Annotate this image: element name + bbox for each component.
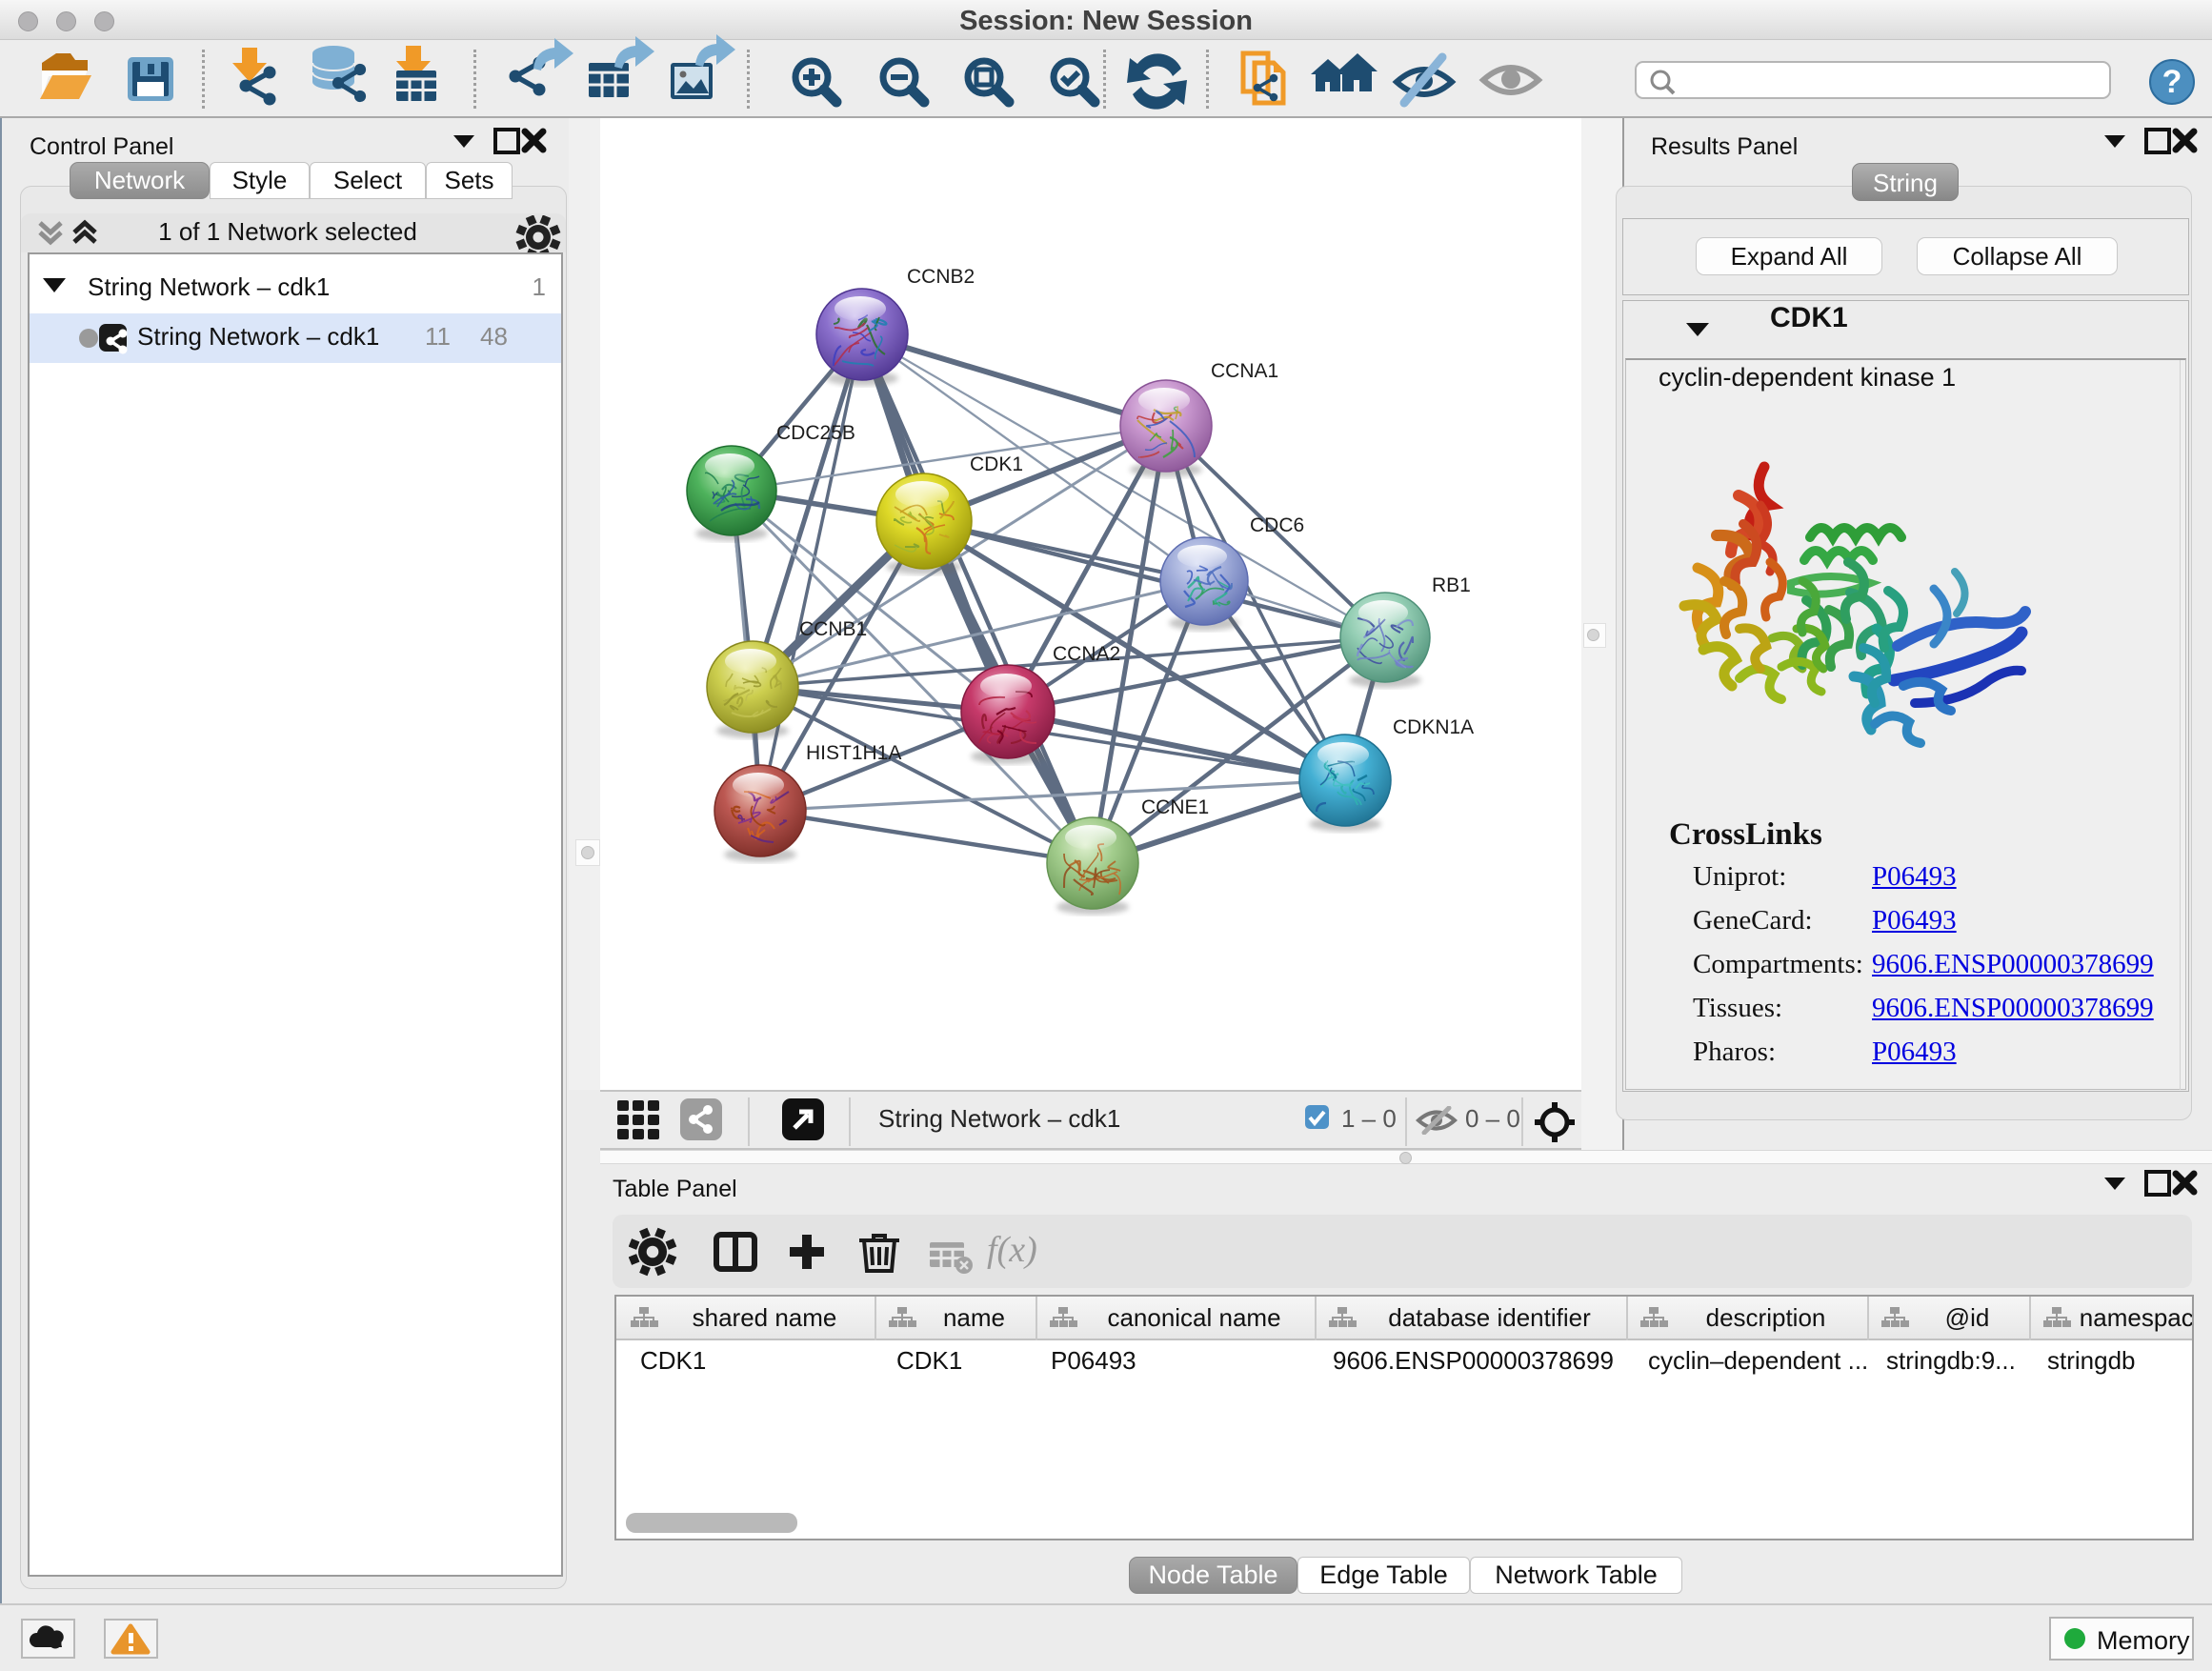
svg-text:CDK1: CDK1 <box>970 453 1023 475</box>
svg-text:CCNA1: CCNA1 <box>1211 360 1278 382</box>
svg-text:CCNA2: CCNA2 <box>1053 643 1120 665</box>
svg-text:CCNB2: CCNB2 <box>907 266 975 288</box>
svg-text:CDKN1A: CDKN1A <box>1393 716 1474 738</box>
svg-text:CDC6: CDC6 <box>1250 514 1304 536</box>
svg-text:HIST1H1A: HIST1H1A <box>806 742 901 764</box>
svg-text:RB1: RB1 <box>1432 574 1471 596</box>
svg-text:CDC25B: CDC25B <box>776 422 855 444</box>
svg-text:CCNE1: CCNE1 <box>1141 796 1209 818</box>
svg-text:CCNB1: CCNB1 <box>799 618 867 640</box>
